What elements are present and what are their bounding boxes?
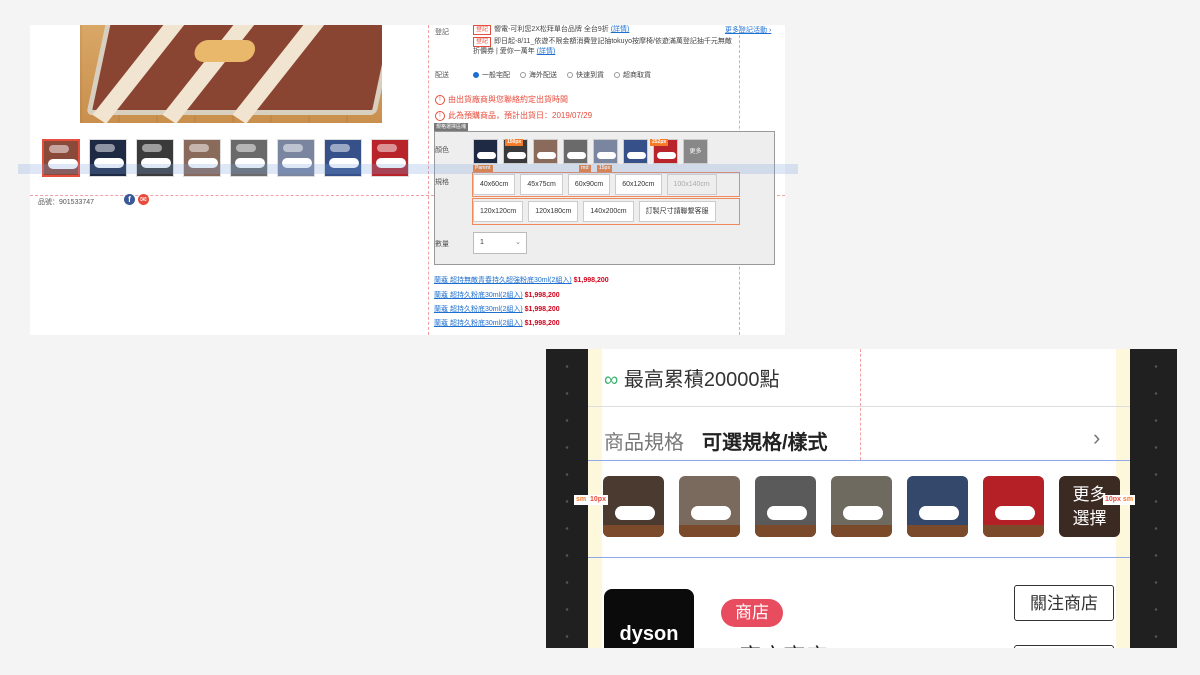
promo-detail-link[interactable]: (詳情)	[611, 26, 630, 33]
chevron-down-icon: ⌄	[515, 239, 521, 246]
mail-icon[interactable]: ✉	[138, 194, 149, 205]
color-swatch[interactable]	[623, 139, 648, 164]
promo-item: 登記 嚮電-可利您2X松拜單台品牌 全台9折 (詳情)	[473, 25, 733, 35]
promo-item: 登記 即日起-8/11_依遊不限金額消費登記抽tokuyo按摩椅/依遊滿萬登記抽千…	[473, 37, 732, 55]
layout-guide-band	[18, 164, 798, 174]
product-main-image[interactable]	[80, 25, 382, 123]
brand-logo[interactable]: dyson	[604, 589, 694, 648]
measure-tag: sm 10px	[574, 495, 608, 505]
info-icon: !	[435, 94, 445, 105]
quantity-label: 數量	[435, 241, 449, 248]
color-swatch[interactable]	[473, 139, 498, 164]
style-thumbnail[interactable]	[755, 476, 816, 537]
size-option[interactable]: 120x120cm	[473, 201, 524, 222]
quantity-select[interactable]: 1 ⌄	[473, 232, 527, 254]
facebook-icon[interactable]: f	[124, 194, 135, 205]
points-icon: ∞	[604, 369, 619, 391]
spec-box-title: 規格選擇區塊	[434, 123, 469, 131]
chevron-right-icon[interactable]: ›	[1093, 425, 1100, 451]
points-row: ∞ 最高累積20000點	[604, 369, 780, 391]
spec-label: 商品規格	[604, 432, 684, 454]
measure-tag: 10px sm	[1103, 495, 1136, 505]
size-option[interactable]: 60x120cm	[615, 174, 662, 195]
size-option[interactable]: 40x60cm	[473, 174, 516, 195]
shipping-label: 配送	[435, 72, 449, 79]
radio-icon	[473, 72, 479, 79]
color-swatch[interactable]	[593, 139, 618, 164]
shipping-options: 一般宅配 海外配送 快速到貨 超商取貨	[473, 70, 651, 80]
related-product[interactable]: 蘭蔻 超持無敵青春持久超強粉底30ml(2組入) $1,998,200	[434, 275, 609, 285]
color-more-button[interactable]: 更多	[683, 139, 708, 164]
measure-tag: 252px	[650, 139, 669, 146]
mobile-style-thumbnails: 更多選擇	[603, 476, 1120, 537]
style-thumbnail[interactable]	[679, 476, 740, 537]
shipping-option-home[interactable]: 一般宅配	[473, 70, 510, 80]
related-product[interactable]: 蘭蔻 超持久粉底30ml(2組入) $1,998,200	[434, 290, 560, 300]
more-choices-button[interactable]: 更多選擇	[1059, 476, 1120, 537]
spec-value[interactable]: 可選規格/樣式	[702, 426, 828, 455]
radio-icon	[520, 72, 526, 79]
style-thumbnail[interactable]	[603, 476, 664, 537]
shop-name: d 官方商店	[721, 639, 827, 648]
shop-secondary-button[interactable]	[1014, 645, 1114, 648]
mobile-content: ∞ 最高累積20000點 商品規格 可選規格/樣式 › 更多選擇 dyson 商…	[588, 349, 1130, 648]
radio-icon	[567, 72, 573, 79]
size-label: 規格	[435, 179, 449, 186]
shipping-option-overseas[interactable]: 海外配送	[520, 70, 557, 80]
shop-badge: 商店	[721, 599, 783, 627]
size-option-disabled: 100x140cm	[666, 174, 717, 195]
size-option[interactable]: 120x180cm	[528, 201, 579, 222]
color-swatch[interactable]	[533, 139, 558, 164]
size-row-2: 120x120cm 120x180cm 140x200cm 訂製尺寸請聯繫客服	[473, 201, 716, 222]
info-icon: !	[435, 110, 445, 121]
mobile-product-panel: ∞ 最高累積20000點 商品規格 可選規格/樣式 › 更多選擇 dyson 商…	[546, 349, 1177, 648]
notice-line: ! 此為預購商品，預計出貨日：2019/07/29	[435, 110, 592, 121]
follow-shop-button[interactable]: 關注商店	[1014, 585, 1114, 621]
share-buttons: f ✉	[124, 194, 149, 205]
style-thumbnail[interactable]	[831, 476, 892, 537]
related-product[interactable]: 蘭蔻 超持久粉底30ml(2組入) $1,998,200	[434, 318, 560, 328]
notice-line: ! 由出貨廠商與您聯絡約定出貨時間	[435, 94, 568, 105]
size-option-custom[interactable]: 訂製尺寸請聯繫客服	[638, 201, 716, 222]
measure-tag: 150px	[505, 139, 524, 146]
color-swatch[interactable]	[563, 139, 588, 164]
promo-detail-link[interactable]: (詳情)	[537, 48, 556, 55]
shipping-option-store[interactable]: 超商取貨	[614, 70, 651, 80]
size-option[interactable]: 140x200cm	[583, 201, 634, 222]
desktop-product-panel: 品號：901533747 f ✉ 更多登記活動 › 登記 登記 嚮電-可利您2X松…	[30, 25, 785, 335]
register-label: 登記	[435, 29, 449, 36]
shipping-option-fast[interactable]: 快速到貨	[567, 70, 604, 80]
color-label: 顏色	[435, 147, 449, 154]
rug-image	[86, 25, 382, 123]
size-option[interactable]: 60x90cm	[567, 174, 611, 195]
radio-icon	[614, 72, 620, 79]
grid-dots	[1135, 349, 1177, 648]
style-thumbnail[interactable]	[907, 476, 968, 537]
style-thumbnail[interactable]	[983, 476, 1044, 537]
size-option[interactable]: 45x75cm	[520, 174, 563, 195]
product-sku: 品號：901533747	[38, 199, 95, 206]
size-row-1: 40x60cm 45x75cm 60x90cm 60x120cm 100x140…	[473, 174, 717, 195]
related-product[interactable]: 蘭蔻 超持久粉底30ml(2組入) $1,998,200	[434, 304, 560, 314]
